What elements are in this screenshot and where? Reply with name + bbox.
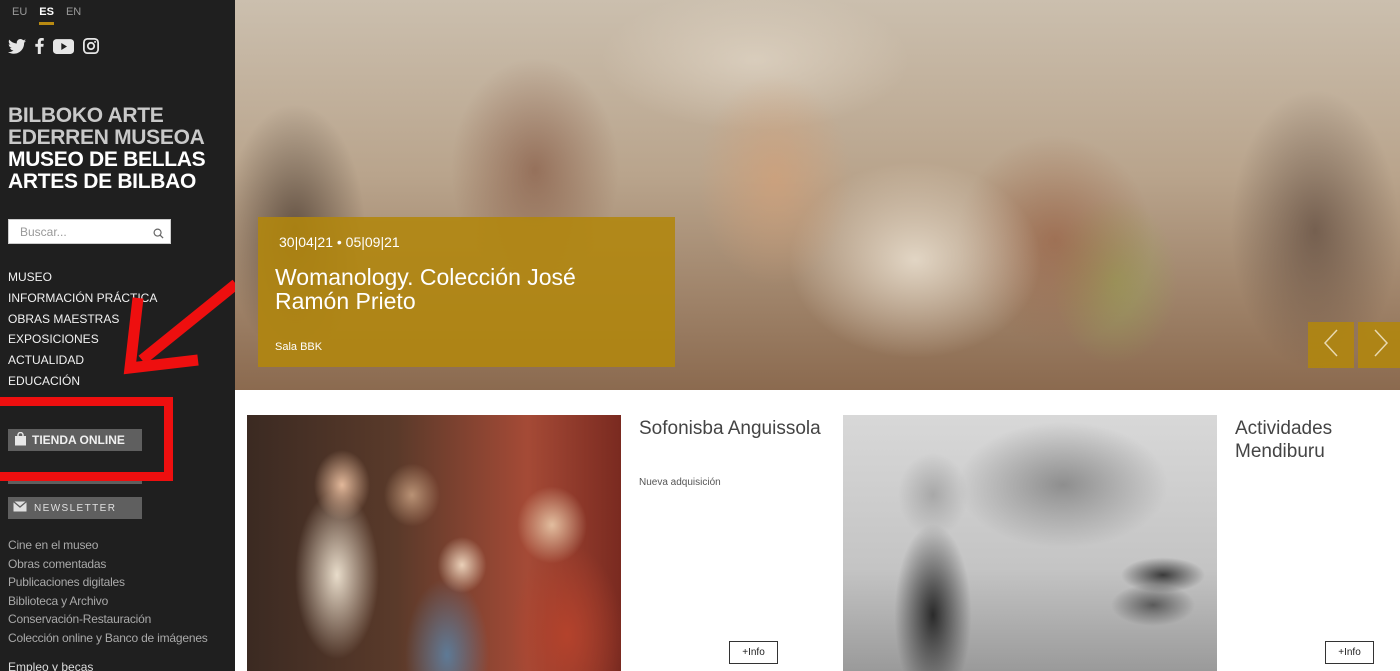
envelope-icon <box>13 501 27 515</box>
slider-next-button[interactable] <box>1358 322 1400 368</box>
brand-spanish-line1: MUSEO DE BELLAS <box>8 148 206 171</box>
card-title-mendiburu[interactable]: Actividades Mendiburu <box>1235 417 1395 463</box>
chevron-left-icon <box>1323 328 1339 363</box>
link-coleccion-online[interactable]: Colección online y Banco de imágenes <box>8 629 208 648</box>
hero-dates: 30|04|21 • 05|09|21 <box>279 234 400 250</box>
lang-es[interactable]: ES <box>39 6 54 25</box>
link-conservacion[interactable]: Conservación-Restauración <box>8 610 208 629</box>
more-info-button[interactable]: +Info <box>729 641 778 664</box>
more-info-button[interactable]: +Info <box>1325 641 1374 664</box>
brand-spanish-line2: ARTES DE BILBAO <box>8 170 197 193</box>
annotation-highlight-box <box>0 397 173 481</box>
lang-eu[interactable]: EU <box>12 6 27 25</box>
secondary-links: Cine en el museo Obras comentadas Public… <box>8 536 208 647</box>
annotation-arrow <box>123 279 240 375</box>
card-image-sofonisba[interactable] <box>247 415 621 671</box>
link-biblioteca[interactable]: Biblioteca y Archivo <box>8 592 208 611</box>
chevron-right-icon <box>1373 328 1389 363</box>
page: EU ES EN BILBOKO ARTE EDERREN MUSEOA MUS… <box>0 0 1400 671</box>
link-publicaciones[interactable]: Publicaciones digitales <box>8 573 208 592</box>
newsletter-label: NEWSLETTER <box>34 502 117 514</box>
newsletter-button[interactable]: NEWSLETTER <box>8 497 142 519</box>
card-image-mendiburu[interactable] <box>843 415 1217 671</box>
brand-basque-line1: BILBOKO ARTE <box>8 104 164 127</box>
link-obras-comentadas[interactable]: Obras comentadas <box>8 555 208 574</box>
search-input[interactable] <box>9 220 139 243</box>
lang-en[interactable]: EN <box>66 6 81 25</box>
youtube-icon[interactable] <box>53 38 74 54</box>
social-links <box>8 38 99 54</box>
card-title-sofonisba[interactable]: Sofonisba Anguissola <box>639 417 829 440</box>
instagram-icon[interactable] <box>83 38 99 54</box>
link-empleo[interactable]: Empleo y becas <box>8 660 93 671</box>
card-subtitle-sofonisba: Nueva adquisición <box>639 477 721 488</box>
hero-venue: Sala BBK <box>275 341 323 353</box>
hero-slider[interactable]: 30|04|21 • 05|09|21 Womanology. Colecció… <box>235 0 1400 390</box>
hero-caption-panel[interactable]: 30|04|21 • 05|09|21 Womanology. Colecció… <box>258 217 675 367</box>
twitter-icon[interactable] <box>8 38 26 54</box>
search-box <box>8 219 171 244</box>
slider-prev-button[interactable] <box>1308 322 1354 368</box>
hero-title: Womanology. Colección José Ramón Prieto <box>275 264 576 314</box>
language-switcher: EU ES EN <box>12 6 81 25</box>
brand-basque-line2: EDERREN MUSEOA <box>8 126 205 149</box>
facebook-icon[interactable] <box>35 38 44 54</box>
search-icon[interactable] <box>153 226 164 244</box>
link-cine[interactable]: Cine en el museo <box>8 536 208 555</box>
museum-logo[interactable]: BILBOKO ARTE EDERREN MUSEOA MUSEO DE BEL… <box>8 104 206 193</box>
